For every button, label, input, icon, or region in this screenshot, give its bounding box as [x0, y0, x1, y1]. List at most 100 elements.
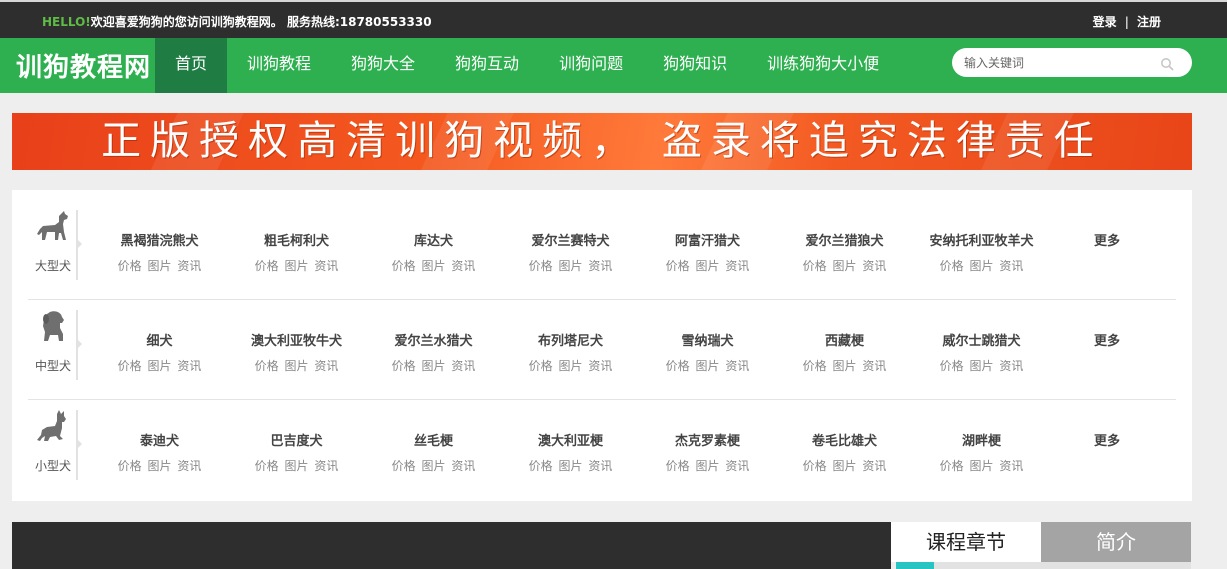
price-link[interactable]: 价格: [255, 359, 279, 373]
tab-course-chapters[interactable]: 课程章节: [891, 522, 1041, 562]
photo-link[interactable]: 图片: [421, 259, 445, 273]
price-link[interactable]: 价格: [666, 459, 690, 473]
more-link[interactable]: 更多: [1094, 430, 1120, 449]
photo-link[interactable]: 图片: [969, 259, 993, 273]
breed-name[interactable]: 杰克罗素梗: [639, 430, 776, 449]
news-link[interactable]: 资讯: [451, 359, 475, 373]
category-small[interactable]: 小型犬: [28, 410, 82, 480]
breed-name[interactable]: 爱尔兰猎狼犬: [776, 230, 913, 249]
news-link[interactable]: 资讯: [999, 359, 1023, 373]
breed-name[interactable]: 爱尔兰赛特犬: [502, 230, 639, 249]
news-link[interactable]: 资讯: [451, 459, 475, 473]
search-icon[interactable]: [1160, 56, 1174, 71]
news-link[interactable]: 资讯: [725, 259, 749, 273]
breed-name[interactable]: 爱尔兰水猎犬: [365, 330, 502, 349]
price-link[interactable]: 价格: [940, 459, 964, 473]
news-link[interactable]: 资讯: [999, 259, 1023, 273]
search-input[interactable]: [964, 53, 1154, 72]
photo-link[interactable]: 图片: [284, 259, 308, 273]
price-link[interactable]: 价格: [529, 259, 553, 273]
price-link[interactable]: 价格: [118, 259, 142, 273]
price-link[interactable]: 价格: [666, 359, 690, 373]
breed-name[interactable]: 丝毛梗: [365, 430, 502, 449]
breed-name[interactable]: 黑褐猎浣熊犬: [91, 230, 228, 249]
price-link[interactable]: 价格: [529, 459, 553, 473]
promo-banner[interactable]: 正版授权高清训狗视频， 盗录将追究法律责任: [12, 113, 1192, 170]
price-link[interactable]: 价格: [255, 259, 279, 273]
price-link[interactable]: 价格: [118, 459, 142, 473]
nav-item-home[interactable]: 首页: [155, 38, 228, 93]
breed-name[interactable]: 澳大利亚梗: [502, 430, 639, 449]
photo-link[interactable]: 图片: [147, 359, 171, 373]
news-link[interactable]: 资讯: [314, 259, 338, 273]
news-link[interactable]: 资讯: [177, 259, 201, 273]
price-link[interactable]: 价格: [392, 359, 416, 373]
breed-name[interactable]: 细犬: [91, 330, 228, 349]
breed-name[interactable]: 安纳托利亚牧羊犬: [913, 230, 1050, 249]
photo-link[interactable]: 图片: [284, 359, 308, 373]
news-link[interactable]: 资讯: [725, 459, 749, 473]
more-link[interactable]: 更多: [1094, 330, 1120, 349]
price-link[interactable]: 价格: [255, 459, 279, 473]
price-link[interactable]: 价格: [940, 259, 964, 273]
more-link[interactable]: 更多: [1094, 230, 1120, 249]
news-link[interactable]: 资讯: [999, 459, 1023, 473]
price-link[interactable]: 价格: [803, 259, 827, 273]
news-link[interactable]: 资讯: [451, 259, 475, 273]
breed-name[interactable]: 库达犬: [365, 230, 502, 249]
nav-item-dog-encyclopedia[interactable]: 狗狗大全: [331, 38, 435, 93]
photo-link[interactable]: 图片: [284, 459, 308, 473]
photo-link[interactable]: 图片: [147, 459, 171, 473]
breed-name[interactable]: 雪纳瑞犬: [639, 330, 776, 349]
photo-link[interactable]: 图片: [147, 259, 171, 273]
breed-name[interactable]: 阿富汗猎犬: [639, 230, 776, 249]
photo-link[interactable]: 图片: [558, 259, 582, 273]
news-link[interactable]: 资讯: [588, 359, 612, 373]
breed-name[interactable]: 西藏梗: [776, 330, 913, 349]
photo-link[interactable]: 图片: [832, 359, 856, 373]
breed-name[interactable]: 威尔士跳猎犬: [913, 330, 1050, 349]
price-link[interactable]: 价格: [392, 459, 416, 473]
photo-link[interactable]: 图片: [969, 359, 993, 373]
register-link[interactable]: 注册: [1137, 15, 1161, 29]
news-link[interactable]: 资讯: [314, 359, 338, 373]
photo-link[interactable]: 图片: [558, 459, 582, 473]
price-link[interactable]: 价格: [803, 359, 827, 373]
breed-name[interactable]: 澳大利亚牧牛犬: [228, 330, 365, 349]
photo-link[interactable]: 图片: [421, 359, 445, 373]
photo-link[interactable]: 图片: [695, 359, 719, 373]
breed-name[interactable]: 泰迪犬: [91, 430, 228, 449]
price-link[interactable]: 价格: [666, 259, 690, 273]
photo-link[interactable]: 图片: [969, 459, 993, 473]
news-link[interactable]: 资讯: [314, 459, 338, 473]
news-link[interactable]: 资讯: [725, 359, 749, 373]
news-link[interactable]: 资讯: [862, 359, 886, 373]
breed-name[interactable]: 巴吉度犬: [228, 430, 365, 449]
price-link[interactable]: 价格: [803, 459, 827, 473]
category-medium[interactable]: 中型犬: [28, 310, 82, 380]
photo-link[interactable]: 图片: [695, 259, 719, 273]
category-large[interactable]: 大型犬: [28, 210, 82, 280]
price-link[interactable]: 价格: [940, 359, 964, 373]
price-link[interactable]: 价格: [118, 359, 142, 373]
breed-name[interactable]: 湖畔梗: [913, 430, 1050, 449]
breed-name[interactable]: 粗毛柯利犬: [228, 230, 365, 249]
news-link[interactable]: 资讯: [588, 459, 612, 473]
site-logo[interactable]: 训狗教程网: [16, 47, 151, 84]
price-link[interactable]: 价格: [529, 359, 553, 373]
news-link[interactable]: 资讯: [862, 459, 886, 473]
nav-item-dog-knowledge[interactable]: 狗狗知识: [643, 38, 747, 93]
photo-link[interactable]: 图片: [558, 359, 582, 373]
login-link[interactable]: 登录: [1093, 15, 1117, 29]
nav-item-training-tutorials[interactable]: 训狗教程: [227, 38, 331, 93]
news-link[interactable]: 资讯: [588, 259, 612, 273]
nav-item-training-questions[interactable]: 训狗问题: [539, 38, 643, 93]
breed-name[interactable]: 卷毛比雄犬: [776, 430, 913, 449]
news-link[interactable]: 资讯: [862, 259, 886, 273]
nav-item-dog-interaction[interactable]: 狗狗互动: [435, 38, 539, 93]
photo-link[interactable]: 图片: [695, 459, 719, 473]
video-player-area[interactable]: [12, 522, 891, 569]
nav-item-potty-training[interactable]: 训练狗狗大小便: [747, 38, 899, 93]
photo-link[interactable]: 图片: [421, 459, 445, 473]
news-link[interactable]: 资讯: [177, 459, 201, 473]
